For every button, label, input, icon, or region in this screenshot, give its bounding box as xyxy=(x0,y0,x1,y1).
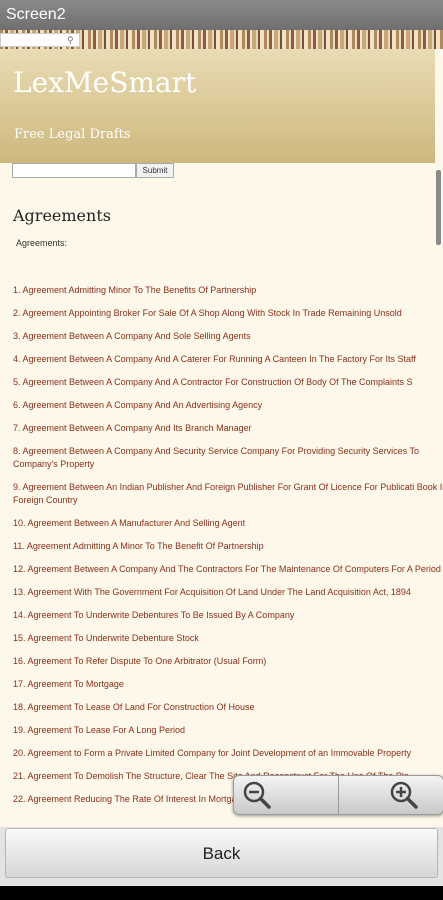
list-item[interactable]: 1. Agreement Admitting Minor To The Bene… xyxy=(13,284,443,297)
list-item[interactable]: 7. Agreement Between A Company And Its B… xyxy=(13,422,443,435)
list-item[interactable]: 6. Agreement Between A Company And An Ad… xyxy=(13,399,443,412)
zoom-in-button[interactable] xyxy=(339,776,443,814)
list-item[interactable]: 9. Agreement Between An Indian Publisher… xyxy=(13,481,443,507)
list-item-link[interactable]: 1. Agreement Admitting Minor To The Bene… xyxy=(13,285,256,295)
list-item[interactable]: 16. Agreement To Refer Dispute To One Ar… xyxy=(13,655,443,668)
list-item[interactable]: 8. Agreement Between A Company And Secur… xyxy=(13,445,443,471)
list-item-link[interactable]: 17. Agreement To Mortgage xyxy=(13,679,124,689)
list-item-link[interactable]: 15. Agreement To Underwrite Debenture St… xyxy=(13,633,199,643)
list-item-link[interactable]: 5. Agreement Between A Company And A Con… xyxy=(13,377,413,387)
system-nav-bar xyxy=(0,886,443,900)
bottom-bar: Back xyxy=(0,827,443,886)
list-item-link[interactable]: 19. Agreement To Lease For A Long Period xyxy=(13,725,185,735)
section-title: Agreements xyxy=(13,206,111,225)
list-item[interactable]: 15. Agreement To Underwrite Debenture St… xyxy=(13,632,443,645)
list-item-link[interactable]: 11. Agreement Admitting A Minor To The B… xyxy=(13,541,264,551)
site-subtitle: Free Legal Drafts xyxy=(14,127,131,142)
search-input[interactable] xyxy=(12,163,136,178)
list-item-link[interactable]: 2. Agreement Appointing Broker For Sale … xyxy=(13,308,402,318)
site-header: LexMeSmart Free Legal Drafts xyxy=(0,49,435,163)
window-title: Screen2 xyxy=(6,6,66,23)
list-item-link[interactable]: 6. Agreement Between A Company And An Ad… xyxy=(13,400,262,410)
zoom-in-icon xyxy=(390,781,418,809)
zoom-out-icon xyxy=(243,781,271,809)
mini-search-field[interactable]: ⚲ xyxy=(0,33,80,47)
list-item-link[interactable]: 18. Agreement To Lease Of Land For Const… xyxy=(13,702,254,712)
window-titlebar: Screen2 xyxy=(0,0,443,30)
list-item[interactable]: 5. Agreement Between A Company And A Con… xyxy=(13,376,443,389)
list-item-link[interactable]: 13. Agreement With The Government For Ac… xyxy=(13,587,411,597)
section-subtitle: Agreements: xyxy=(16,238,68,248)
list-item[interactable]: 11. Agreement Admitting A Minor To The B… xyxy=(13,540,443,553)
webview[interactable]: ⚲ LexMeSmart Free Legal Drafts Submit Ag… xyxy=(0,30,443,827)
list-item[interactable]: 12. Agreement Between A Company And The … xyxy=(13,563,443,576)
list-item-link[interactable]: 4. Agreement Between A Company And A Cat… xyxy=(13,354,416,364)
list-item-link[interactable]: 8. Agreement Between A Company And Secur… xyxy=(13,446,419,469)
list-item[interactable]: 19. Agreement To Lease For A Long Period xyxy=(13,724,443,737)
list-item-link[interactable]: 22. Agreement Reducing The Rate Of Inter… xyxy=(13,794,270,804)
list-item[interactable]: 10. Agreement Between A Manufacturer And… xyxy=(13,517,443,530)
list-item-link[interactable]: 10. Agreement Between A Manufacturer And… xyxy=(13,518,245,528)
list-item-link[interactable]: 20. Agreement to Form a Private Limited … xyxy=(13,748,411,758)
zoom-out-button[interactable] xyxy=(234,776,339,814)
submit-button[interactable]: Submit xyxy=(136,163,174,178)
list-item-link[interactable]: 7. Agreement Between A Company And Its B… xyxy=(13,423,252,433)
list-item-link[interactable]: 16. Agreement To Refer Dispute To One Ar… xyxy=(13,656,266,666)
list-item[interactable]: 13. Agreement With The Government For Ac… xyxy=(13,586,443,599)
list-item[interactable]: 4. Agreement Between A Company And A Cat… xyxy=(13,353,443,366)
back-button[interactable]: Back xyxy=(5,828,438,878)
list-item-link[interactable]: 9. Agreement Between An Indian Publisher… xyxy=(13,482,443,505)
list-item-link[interactable]: 3. Agreement Between A Company And Sole … xyxy=(13,331,251,341)
list-item[interactable]: 17. Agreement To Mortgage xyxy=(13,678,443,691)
header-banner-strip: ⚲ xyxy=(0,30,443,49)
list-item[interactable]: 3. Agreement Between A Company And Sole … xyxy=(13,330,443,343)
site-title: LexMeSmart xyxy=(13,66,197,99)
list-item[interactable]: 14. Agreement To Underwrite Debentures T… xyxy=(13,609,443,622)
vertical-scrollbar[interactable] xyxy=(436,170,441,245)
zoom-controls xyxy=(233,775,443,815)
search-icon: ⚲ xyxy=(67,35,74,45)
list-item[interactable]: 20. Agreement to Form a Private Limited … xyxy=(13,747,443,760)
list-item-link[interactable]: 14. Agreement To Underwrite Debentures T… xyxy=(13,610,294,620)
agreement-list: 1. Agreement Admitting Minor To The Bene… xyxy=(13,284,443,806)
list-item[interactable]: 18. Agreement To Lease Of Land For Const… xyxy=(13,701,443,714)
list-item[interactable]: 2. Agreement Appointing Broker For Sale … xyxy=(13,307,443,320)
list-item-link[interactable]: 12. Agreement Between A Company And The … xyxy=(13,564,441,574)
